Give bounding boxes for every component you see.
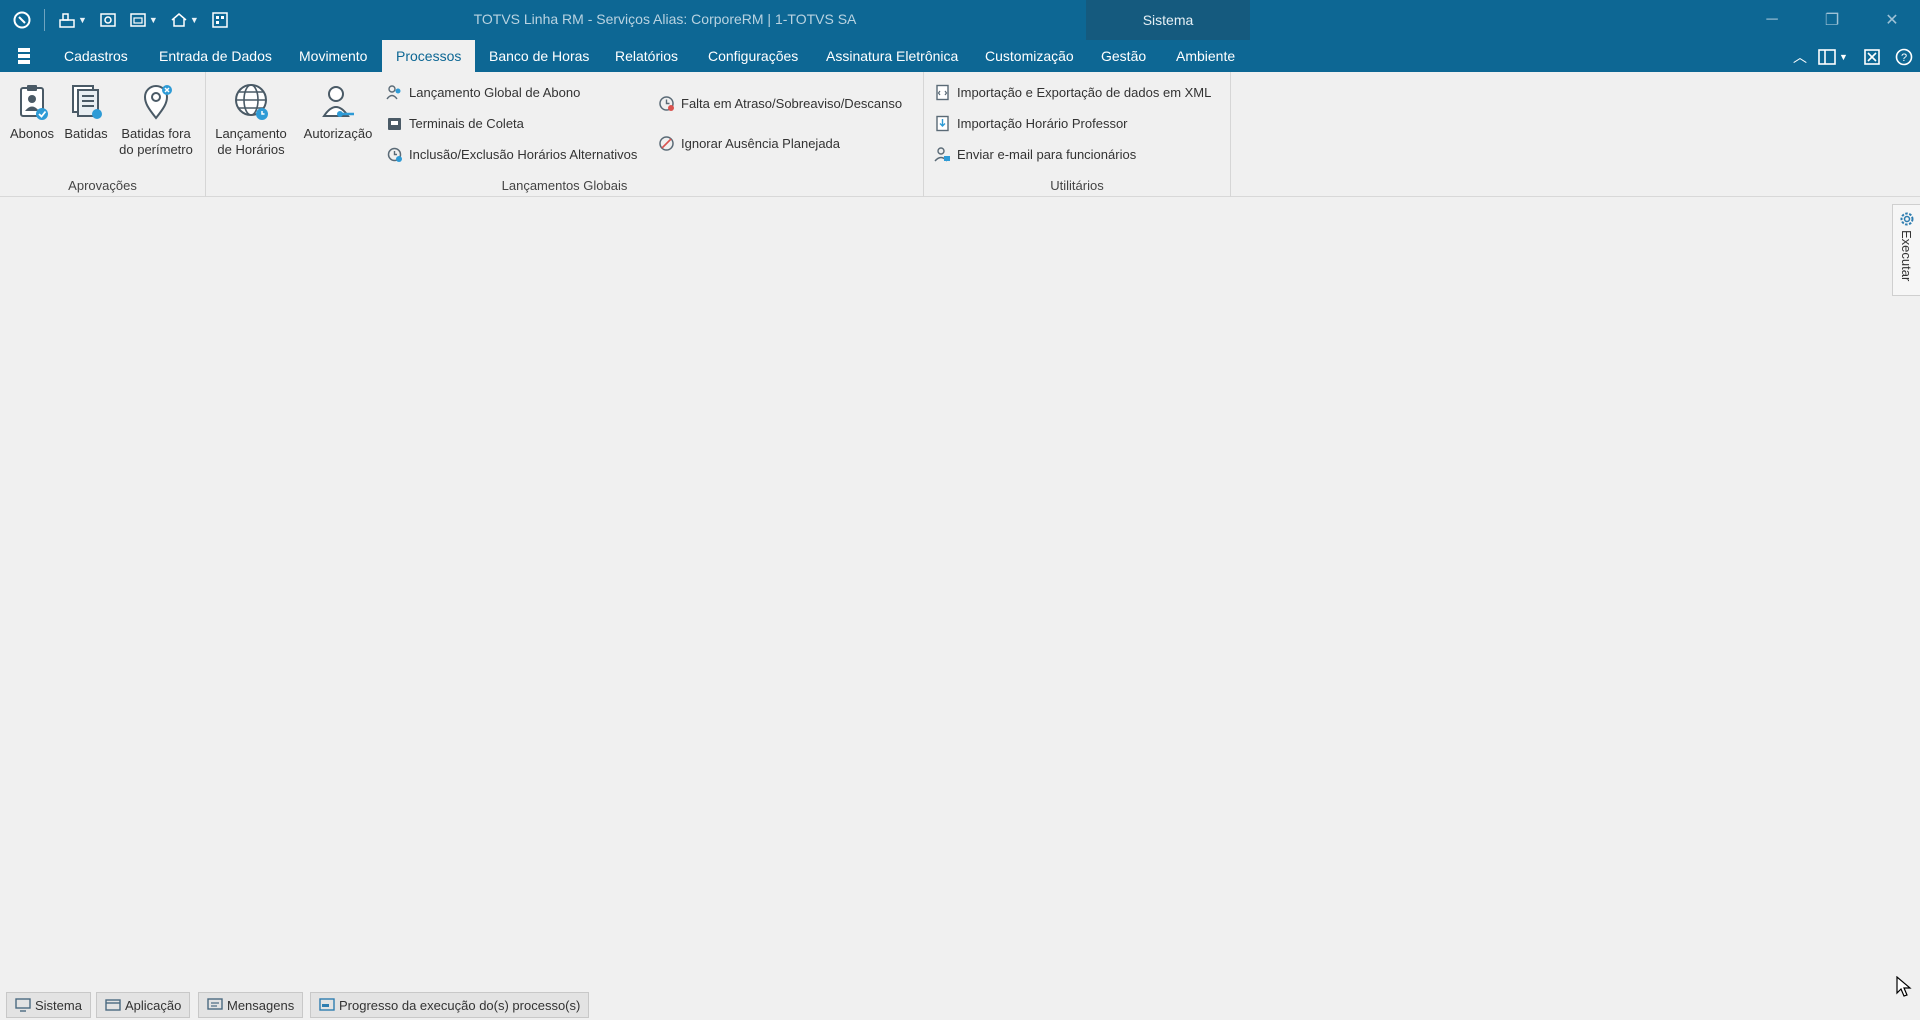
tab-movimento[interactable]: Movimento [285,40,381,72]
tab-ambiente[interactable]: Ambiente [1162,40,1249,72]
tab-gestao[interactable]: Gestão [1087,40,1160,72]
restore-button[interactable]: ❐ [1802,0,1862,40]
bottom-tab-sistema[interactable]: Sistema [6,992,91,1018]
group-label-aprovacoes: Aprovações [68,178,137,193]
enviar-email-label: Enviar e-mail para funcionários [957,146,1137,162]
inclusao-exclusao-label: Inclusão/Exclusão Horários Alternativos [409,146,638,162]
svg-text:?: ? [1901,52,1907,64]
globe-icon [235,84,268,120]
terminais-coleta-label: Terminais de Coleta [409,115,524,131]
batidas-label: Batidas [64,126,108,141]
monitor-icon [15,998,31,1012]
group-label-lancamentos: Lançamentos Globais [501,178,628,193]
bottom-tab-sistema-label: Sistema [35,997,82,1013]
document-stack-icon [72,85,102,119]
gear-icon [1900,212,1913,226]
ribbon-tabs: Cadastros Entrada de Dados Movimento Pro… [0,40,1920,73]
message-icon [207,998,223,1010]
batidas-fora-label-1: Batidas fora [121,126,191,141]
importacao-horario-professor-button[interactable]: Importação Horário Professor [934,112,1128,134]
mouse-cursor-icon [1896,976,1912,997]
users-icon [386,84,401,99]
bottom-tab-mensagens[interactable]: Mensagens [198,992,304,1018]
user-key-icon [322,86,354,117]
importacao-professor-label: Importação Horário Professor [957,115,1128,131]
clipboard-check-icon [20,85,48,120]
calendar-block-icon [659,135,674,151]
bottom-tab-progresso-label: Progresso da execução do(s) processo(s) [339,997,581,1013]
tab-relatorios[interactable]: Relatórios [601,40,692,72]
lancamento-horarios-label-2: de Horários [217,142,285,157]
falta-atraso-button[interactable]: Falta em Atraso/Sobreaviso/Descanso [658,92,902,114]
tab-customizacao[interactable]: Customização [971,40,1088,72]
lancamento-global-abono-label: Lançamento Global de Abono [409,84,581,100]
progress-window-icon [319,998,335,1011]
terminal-icon [388,117,401,130]
group-lancamentos-globais: Lançamento de Horários Autorização Lança… [206,72,924,197]
layout-icon[interactable]: ▼ [1818,48,1848,66]
ignorar-ausencia-button[interactable]: Ignorar Ausência Planejada [658,132,840,154]
tab-banco-de-horas[interactable]: Banco de Horas [475,40,603,72]
tab-configuracoes[interactable]: Configurações [694,40,812,72]
app-menu-icon[interactable] [14,47,36,65]
close-button[interactable]: ✕ [1862,0,1920,40]
falta-atraso-label: Falta em Atraso/Sobreaviso/Descanso [681,95,903,111]
close-window-icon[interactable] [1864,48,1880,66]
title-bar: ▼ ▼ ▼ TOTVS Linha RM - Serviços Alias: C… [0,0,1920,40]
group-aprovacoes: Abonos Batidas Batidas fora do perímetro [0,72,206,197]
help-icon[interactable]: ? [1895,48,1913,66]
bottom-tab-aplicacao-label: Aplicação [125,997,182,1013]
inclusao-exclusao-horarios-button[interactable]: Inclusão/Exclusão Horários Alternativos [386,143,637,165]
bottom-tab-progresso[interactable]: Progresso da execução do(s) processo(s) [310,992,590,1018]
group-label-utilitarios: Utilitários [1050,178,1104,193]
autorizacao-button[interactable]: Autorização [298,82,378,142]
import-file-icon [936,115,949,131]
tab-entrada-de-dados[interactable]: Entrada de Dados [145,40,286,72]
lancamento-global-abono-button[interactable]: Lançamento Global de Abono [386,81,580,103]
context-tab-sistema[interactable]: Sistema [1086,0,1250,40]
clock-alert-icon [659,95,674,111]
ribbon-panel: Abonos Batidas Batidas fora do perímetro [0,72,1920,197]
lancamento-horarios-label-1: Lançamento [215,126,287,141]
terminais-coleta-button[interactable]: Terminais de Coleta [386,112,524,134]
tab-processos[interactable]: Processos [382,40,476,73]
user-mail-icon [934,146,950,161]
enviar-email-button[interactable]: Enviar e-mail para funcionários [934,143,1136,165]
ignorar-ausencia-label: Ignorar Ausência Planejada [681,135,841,151]
importacao-xml-label: Importação e Exportação de dados em XML [957,84,1212,100]
tab-assinatura-eletronica[interactable]: Assinatura Eletrônica [812,40,972,72]
executar-side-tab[interactable]: Executar [1892,204,1920,296]
bottom-tab-aplicacao[interactable]: Aplicação [96,992,191,1018]
batidas-fora-label-2: do perímetro [119,142,193,157]
app-window-icon [105,999,121,1011]
batidas-button[interactable]: Batidas [60,82,112,142]
minimize-button[interactable]: ─ [1742,0,1802,40]
batidas-fora-perimetro-button[interactable]: Batidas fora do perímetro [114,82,198,158]
workspace [0,198,1890,988]
collapse-ribbon-icon[interactable]: ︿ [1793,48,1807,66]
refresh-clock-icon [387,147,402,162]
bottom-tab-mensagens-label: Mensagens [227,997,295,1013]
tab-cadastros[interactable]: Cadastros [50,40,142,72]
abonos-label: Abonos [9,126,55,141]
executar-label: Executar [1899,230,1914,282]
lancamento-horarios-button[interactable]: Lançamento de Horários [210,82,292,158]
autorizacao-label: Autorização [303,126,373,141]
location-pin-icon [143,85,172,120]
abonos-button[interactable]: Abonos [6,82,58,142]
importacao-exportacao-xml-button[interactable]: Importação e Exportação de dados em XML [934,81,1211,103]
xml-file-icon [936,84,949,100]
group-utilitarios: Importação e Exportação de dados em XML … [924,72,1231,197]
